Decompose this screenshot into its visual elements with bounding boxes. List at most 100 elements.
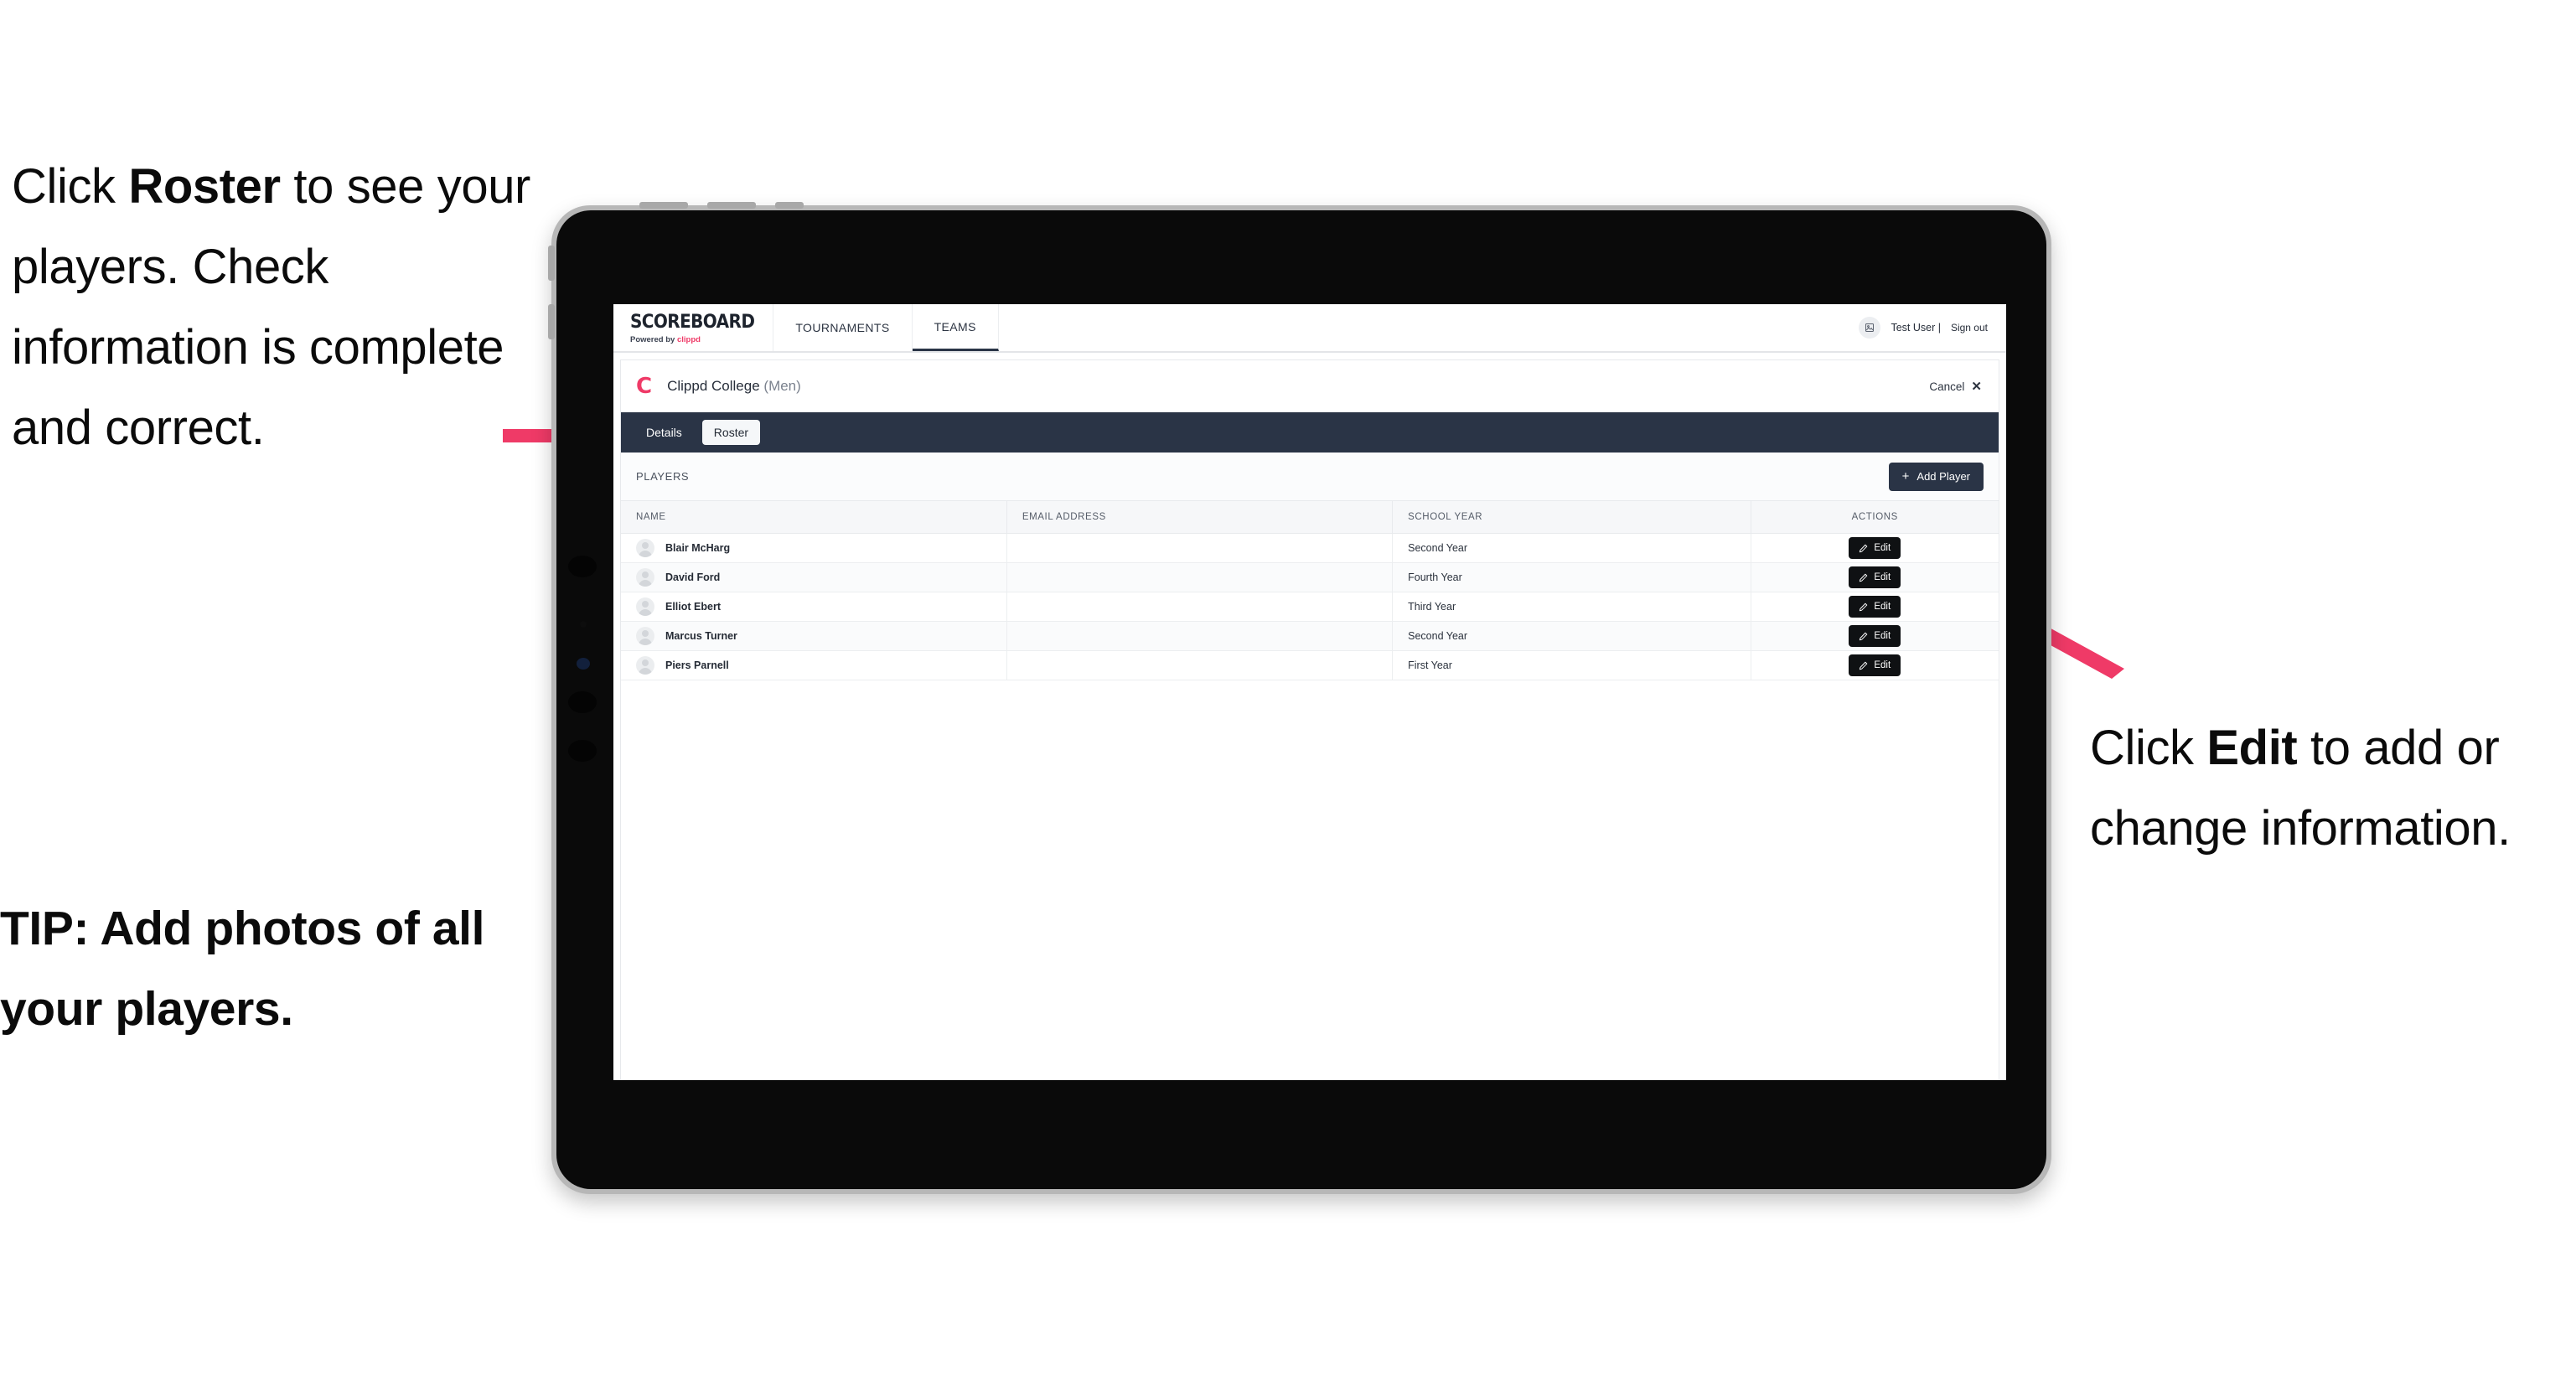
annotation-left-prefix: Click (12, 159, 129, 214)
avatar (636, 568, 654, 587)
player-name-label: Elliot Ebert (665, 601, 721, 613)
sensor-icon (580, 621, 587, 628)
table-row: Blair McHarg Second Year Edit (621, 533, 1999, 563)
sub-tab-strip: Details Roster (621, 412, 1999, 453)
brand-title: SCOREBOARD (630, 309, 755, 333)
brand-powered-name: clippd (676, 335, 701, 344)
annotation-right: Click Edit to add or change information. (2090, 708, 2576, 869)
cell-actions: Edit (1751, 592, 1999, 622)
edit-button-label: Edit (1874, 543, 1891, 553)
player-name-label: Marcus Turner (665, 630, 737, 642)
cell-name: Blair McHarg (621, 533, 1007, 563)
table-row: Marcus Turner Second Year Edit (621, 621, 1999, 651)
tablet-device-frame: SCOREBOARD Powered by clippd TOURNAMENTS… (548, 202, 2051, 1194)
column-header-school-year: SCHOOL YEAR (1392, 501, 1751, 534)
column-header-name: NAME (621, 501, 1007, 534)
add-player-button[interactable]: + Add Player (1888, 462, 1984, 491)
column-header-actions: ACTIONS (1751, 501, 1999, 534)
players-table: NAME EMAIL ADDRESS SCHOOL YEAR ACTIONS B… (621, 501, 1999, 680)
annotation-right-prefix: Click (2090, 721, 2207, 775)
players-table-head: NAME EMAIL ADDRESS SCHOOL YEAR ACTIONS (621, 501, 1999, 534)
pencil-icon (1860, 661, 1868, 670)
avatar (636, 627, 654, 645)
cell-actions: Edit (1751, 533, 1999, 563)
players-section-label: PLAYERS (636, 470, 690, 483)
sub-tab-roster[interactable]: Roster (701, 420, 761, 445)
device-side-button-1[interactable] (548, 246, 555, 281)
brand-powered-prefix: Powered by (630, 335, 677, 344)
cell-school-year: Second Year (1392, 533, 1751, 563)
plus-icon: + (1901, 469, 1910, 484)
table-row: David Ford Fourth Year Edit (621, 562, 1999, 592)
team-header: C Clippd College (Men) Cancel ✕ (621, 360, 1999, 412)
team-gender-text: (Men) (763, 378, 801, 394)
user-menu: Test User | Sign out (1859, 304, 2006, 351)
player-name-label: David Ford (665, 571, 721, 583)
cell-actions: Edit (1751, 621, 1999, 651)
cancel-button[interactable]: Cancel ✕ (1929, 379, 1982, 394)
pencil-icon (1860, 573, 1868, 582)
edit-button-label: Edit (1874, 631, 1891, 641)
pencil-icon (1860, 602, 1868, 611)
device-top-nub-1 (639, 202, 688, 209)
player-name-label: Blair McHarg (665, 542, 731, 554)
cancel-label: Cancel (1929, 380, 1965, 393)
brand-subtitle: Powered by clippd (630, 335, 754, 344)
annotation-tip: TIP: Add photos of all your players. (0, 902, 485, 1036)
table-header-row: NAME EMAIL ADDRESS SCHOOL YEAR ACTIONS (621, 501, 1999, 534)
column-header-email: EMAIL ADDRESS (1006, 501, 1394, 534)
sign-out-link[interactable]: Sign out (1951, 322, 1988, 334)
cell-school-year: First Year (1392, 650, 1751, 680)
nav-tab-tournaments[interactable]: TOURNAMENTS (773, 304, 913, 351)
team-name-label: Clippd College (Men) (667, 378, 801, 395)
team-logo-icon: C (636, 374, 653, 399)
cell-name: David Ford (621, 562, 1007, 592)
microphone-icon (568, 691, 597, 713)
edit-button[interactable]: Edit (1849, 537, 1901, 559)
cell-name: Elliot Ebert (621, 592, 1007, 622)
table-row: Elliot Ebert Third Year Edit (621, 592, 1999, 622)
nav-tab-teams[interactable]: TEAMS (912, 304, 999, 351)
avatar (636, 597, 654, 616)
team-detail-card: C Clippd College (Men) Cancel ✕ Details … (620, 359, 1999, 1080)
cell-actions: Edit (1751, 650, 1999, 680)
edit-button[interactable]: Edit (1849, 596, 1901, 618)
annotation-left: Click Roster to see your players. Check … (12, 147, 548, 468)
edit-button-label: Edit (1874, 572, 1891, 582)
table-row: Piers Parnell First Year Edit (621, 650, 1999, 680)
edit-button-label: Edit (1874, 660, 1891, 670)
cell-school-year: Second Year (1392, 621, 1751, 651)
tablet-bezel: SCOREBOARD Powered by clippd TOURNAMENTS… (556, 210, 2046, 1189)
cell-email (1006, 562, 1394, 592)
camera-icon (568, 556, 597, 577)
screenshot-canvas: Click Roster to see your players. Check … (0, 0, 2576, 1386)
avatar (636, 539, 654, 557)
pencil-icon (1860, 632, 1868, 640)
user-name-label: Test User | (1891, 322, 1941, 334)
cell-name: Marcus Turner (621, 621, 1007, 651)
cell-email (1006, 650, 1394, 680)
team-name-text: Clippd College (667, 378, 760, 394)
cell-email (1006, 621, 1394, 651)
device-top-nub-3 (775, 202, 804, 209)
cell-school-year: Fourth Year (1392, 562, 1751, 592)
pencil-icon (1860, 544, 1868, 552)
speaker-icon (568, 740, 597, 762)
edit-button-label: Edit (1874, 602, 1891, 612)
edit-button[interactable]: Edit (1849, 625, 1901, 647)
edit-button[interactable]: Edit (1849, 566, 1901, 588)
top-navigation-bar: SCOREBOARD Powered by clippd TOURNAMENTS… (613, 304, 2006, 353)
status-led-icon (577, 658, 590, 670)
user-avatar-icon[interactable] (1859, 317, 1881, 339)
close-icon[interactable]: ✕ (1971, 379, 1982, 394)
brand-logo[interactable]: SCOREBOARD Powered by clippd (613, 304, 774, 351)
cell-school-year: Third Year (1392, 592, 1751, 622)
edit-button[interactable]: Edit (1849, 654, 1901, 676)
device-side-button-2[interactable] (548, 304, 555, 339)
device-top-nub-2 (707, 202, 756, 209)
sub-tab-details[interactable]: Details (634, 420, 694, 445)
app-screen: SCOREBOARD Powered by clippd TOURNAMENTS… (613, 304, 2006, 1080)
add-player-label: Add Player (1916, 470, 1970, 483)
player-name-label: Piers Parnell (665, 659, 729, 671)
